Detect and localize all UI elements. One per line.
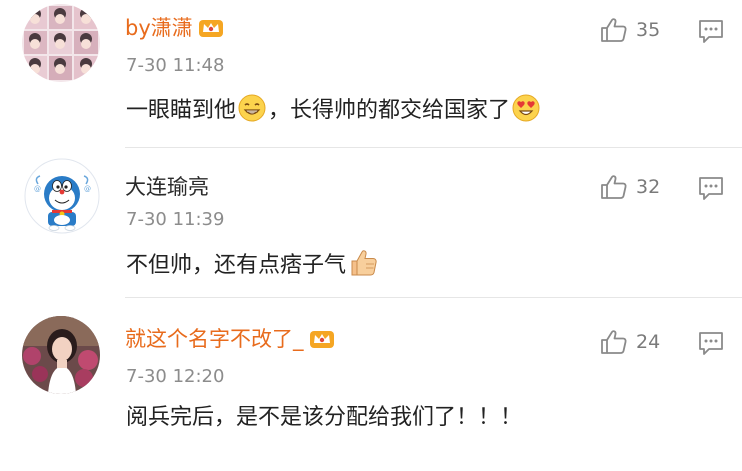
- username[interactable]: 大连瑜亮: [125, 174, 209, 200]
- doraemon-avatar-image: @ @: [24, 158, 100, 234]
- username[interactable]: by潇潇: [125, 15, 225, 45]
- comment-time: 7-30 11:39: [126, 209, 225, 230]
- comment-bubble-icon: [699, 332, 723, 355]
- comment-text: 不但帅，还有点痞子气: [126, 248, 380, 287]
- comment-text: 一眼瞄到他 ，长得帅的都交给国家了: [126, 93, 542, 132]
- avatar[interactable]: @ @: [24, 158, 100, 234]
- comment-text-part: 一眼瞄到他: [126, 98, 237, 123]
- comment-time: 7-30 11:48: [126, 55, 225, 76]
- comment-time: 7-30 12:20: [126, 366, 225, 387]
- avatar-grid-image: [22, 4, 100, 82]
- vip-crown-icon: [197, 17, 225, 45]
- avatar[interactable]: [22, 4, 100, 82]
- like-count: 24: [636, 331, 661, 353]
- like-button[interactable]: 32: [600, 172, 660, 202]
- svg-text:@: @: [84, 185, 91, 193]
- username-text: by潇潇: [125, 16, 193, 40]
- comment-item: by潇潇 7-30 11:48 一眼瞄到他 ，长得帅的都交给国家了 35: [0, 0, 742, 147]
- thumbs-up-emoji-icon: [347, 248, 379, 287]
- comment-list: by潇潇 7-30 11:48 一眼瞄到他 ，长得帅的都交给国家了 35 @ @…: [0, 0, 742, 471]
- comment-bubble-icon: [699, 20, 723, 43]
- like-count: 35: [636, 19, 661, 41]
- comment-text-part: ，长得帅的都交给国家了: [268, 98, 511, 123]
- vip-crown-icon: [308, 328, 336, 356]
- reply-button[interactable]: [697, 17, 725, 45]
- username[interactable]: 就这个名字不改了_: [125, 326, 336, 356]
- grin-emoji-icon: [237, 93, 267, 132]
- comment-text: 阅兵完后，是不是该分配给我们了！！！: [126, 405, 523, 430]
- reply-button[interactable]: [697, 174, 725, 202]
- thumbs-up-icon: [601, 330, 627, 354]
- like-button[interactable]: 35: [600, 15, 660, 45]
- like-button[interactable]: 24: [600, 327, 660, 357]
- thumbs-up-icon: [601, 175, 627, 199]
- username-text: 就这个名字不改了_: [125, 327, 304, 351]
- reply-button[interactable]: [697, 329, 725, 357]
- like-count: 32: [636, 176, 661, 198]
- comment-bubble-icon: [699, 177, 723, 200]
- avatar[interactable]: [22, 316, 100, 394]
- comment-text-part: 不但帅，还有点痞子气: [126, 253, 347, 278]
- heart-eyes-emoji-icon: [511, 93, 541, 132]
- thumbs-up-icon: [601, 18, 627, 42]
- svg-text:@: @: [34, 185, 41, 193]
- comment-item: 就这个名字不改了_ 7-30 12:20 阅兵完后，是不是该分配给我们了！！！ …: [0, 298, 742, 471]
- comment-item: @ @ 大连瑜亮 7-30 11:39 不但帅，还有点痞子气 32: [0, 148, 742, 297]
- girl-photo-avatar-image: [22, 316, 100, 394]
